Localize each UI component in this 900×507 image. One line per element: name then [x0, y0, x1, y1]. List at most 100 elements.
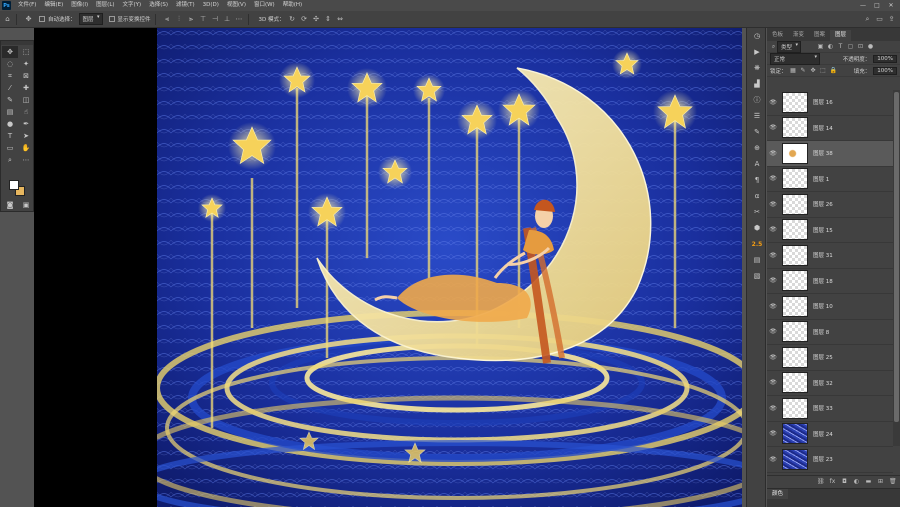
- rectangle-tool-icon[interactable]: ▭: [2, 142, 18, 154]
- visibility-eye-icon[interactable]: 👁: [767, 226, 779, 233]
- lock-position-icon[interactable]: ✥: [810, 67, 817, 74]
- layer-row[interactable]: 👁 图层 14: [767, 116, 893, 141]
- glyphs-icon[interactable]: ⍺: [747, 188, 767, 204]
- frame-tool-icon[interactable]: ⊠: [18, 70, 34, 82]
- visibility-eye-icon[interactable]: 👁: [767, 405, 779, 412]
- adjustments-icon[interactable]: ❋: [747, 60, 767, 76]
- tab-color[interactable]: 颜色: [767, 489, 789, 499]
- fill-input[interactable]: 100%: [873, 66, 897, 75]
- brush-tool-icon[interactable]: ✎: [2, 94, 18, 106]
- layer-row[interactable]: 👁 图层 24: [767, 422, 893, 447]
- roll-3d-icon[interactable]: ⟳: [300, 15, 309, 24]
- visibility-eye-icon[interactable]: 👁: [767, 99, 779, 106]
- visibility-eye-icon[interactable]: 👁: [767, 201, 779, 208]
- lasso-tool-icon[interactable]: ◌: [2, 58, 18, 70]
- tab-patterns[interactable]: 图案: [809, 30, 830, 41]
- healing-brush-tool-icon[interactable]: ✚: [18, 82, 34, 94]
- filter-shape-icon[interactable]: ▢: [847, 43, 854, 50]
- gradient-tool-icon[interactable]: ▤: [2, 106, 18, 118]
- layer-row[interactable]: 👁 图层 31: [767, 243, 893, 269]
- lock-all-icon[interactable]: 🔒: [830, 67, 837, 74]
- character-icon[interactable]: A: [747, 156, 767, 172]
- zoom-tool-icon[interactable]: ⌕: [2, 154, 18, 166]
- home-icon[interactable]: ⌂: [3, 15, 12, 24]
- filter-pixel-icon[interactable]: ▣: [817, 43, 824, 50]
- adjustment-layer-icon[interactable]: ◐: [853, 478, 860, 485]
- align-middle-icon[interactable]: ⊣: [211, 15, 220, 24]
- tab-gradients[interactable]: 渐变: [788, 30, 809, 41]
- menu-item[interactable]: 选择(S): [145, 0, 172, 11]
- blend-mode-dropdown[interactable]: 正常: [770, 52, 820, 65]
- layer-row[interactable]: 👁 图层 15: [767, 218, 893, 243]
- visibility-eye-icon[interactable]: 👁: [767, 150, 779, 157]
- align-top-icon[interactable]: ⊤: [199, 15, 208, 24]
- timeline-icon[interactable]: ▤: [747, 252, 767, 268]
- new-layer-icon[interactable]: ⊞: [877, 478, 884, 485]
- tab-swatches[interactable]: 色板: [767, 30, 788, 41]
- menu-item[interactable]: 滤镜(T): [172, 0, 199, 11]
- visibility-eye-icon[interactable]: 👁: [767, 430, 779, 437]
- minimize-button[interactable]: —: [856, 0, 870, 11]
- menu-item[interactable]: 文件(F): [14, 0, 40, 11]
- properties-icon[interactable]: ☰: [747, 108, 767, 124]
- menu-item[interactable]: 视图(V): [223, 0, 250, 11]
- filter-adjustment-icon[interactable]: ◐: [827, 43, 834, 50]
- lock-image-icon[interactable]: ✎: [800, 67, 807, 74]
- layer-row[interactable]: 👁 图层 16: [767, 90, 893, 116]
- measurement-icon[interactable]: 2.5: [747, 236, 767, 252]
- layer-row[interactable]: 👁 图层 32: [767, 371, 893, 396]
- menu-item[interactable]: 编辑(E): [40, 0, 67, 11]
- marquee-tool-icon[interactable]: ⬚: [18, 46, 34, 58]
- layer-row[interactable]: 👁 图层 8: [767, 320, 893, 345]
- align-left-icon[interactable]: ⫷: [163, 15, 172, 24]
- show-transform-checkbox[interactable]: [108, 16, 115, 22]
- filter-type-icon[interactable]: T: [837, 43, 844, 50]
- visibility-eye-icon[interactable]: 👁: [767, 328, 779, 335]
- align-center-icon[interactable]: ⫶: [175, 15, 184, 24]
- menu-item[interactable]: 图层(L): [92, 0, 118, 11]
- close-button[interactable]: ✕: [884, 0, 898, 11]
- orbit-3d-icon[interactable]: ↻: [288, 15, 297, 24]
- visibility-eye-icon[interactable]: 👁: [767, 252, 779, 259]
- more-tools-icon[interactable]: ⋯: [18, 154, 34, 166]
- menu-item[interactable]: 图像(I): [67, 0, 92, 11]
- menu-item[interactable]: 帮助(H): [279, 0, 306, 11]
- pen-tool-icon[interactable]: ✒: [18, 118, 34, 130]
- filter-smart-object-icon[interactable]: ⊡: [857, 43, 864, 50]
- menu-item[interactable]: 窗口(W): [250, 0, 279, 11]
- history-icon[interactable]: ◷: [747, 28, 767, 44]
- layer-row[interactable]: 👁 图层 18: [767, 269, 893, 294]
- auto-select-option[interactable]: 自动选择： 图层: [39, 13, 103, 25]
- artwork-canvas[interactable]: [157, 28, 742, 507]
- move-tool-icon[interactable]: ✥: [2, 46, 18, 58]
- layers-scrollbar[interactable]: [893, 90, 900, 446]
- lock-artboard-icon[interactable]: ⬚: [820, 67, 827, 74]
- layer-row[interactable]: 👁 图层 38: [767, 141, 893, 167]
- delete-layer-icon[interactable]: 🗑: [889, 478, 897, 485]
- visibility-eye-icon[interactable]: 👁: [767, 303, 779, 310]
- search-icon[interactable]: ⌕: [863, 15, 872, 24]
- hand-tool-icon[interactable]: ✋: [18, 142, 34, 154]
- smudge-tool-icon[interactable]: ☝: [18, 106, 34, 118]
- path-selection-tool-icon[interactable]: ➤: [18, 130, 34, 142]
- scale-3d-icon[interactable]: ⇔: [336, 15, 345, 24]
- layer-filter-dropdown[interactable]: 类型: [777, 40, 802, 53]
- visibility-eye-icon[interactable]: 👁: [767, 354, 779, 361]
- menu-item[interactable]: 3D(D): [199, 0, 223, 11]
- 3d-icon[interactable]: ⬢: [747, 220, 767, 236]
- filter-toggle-icon[interactable]: ●: [867, 43, 874, 50]
- info-icon[interactable]: ⓘ: [747, 92, 767, 108]
- brush-settings-icon[interactable]: ✎: [747, 124, 767, 140]
- share-icon[interactable]: ⇪: [887, 15, 896, 24]
- auto-select-dropdown[interactable]: 图层: [78, 13, 103, 25]
- visibility-eye-icon[interactable]: 👁: [767, 456, 779, 463]
- eyedropper-tool-icon[interactable]: ⁄: [2, 82, 18, 94]
- maximize-button[interactable]: □: [870, 0, 884, 11]
- dodge-tool-icon[interactable]: ●: [2, 118, 18, 130]
- layer-row[interactable]: 👁 图层 1: [767, 167, 893, 192]
- layer-row[interactable]: 👁 图层 26: [767, 192, 893, 218]
- workspace-icon[interactable]: ▭: [875, 15, 884, 24]
- quick-mask-icon[interactable]: ◙: [5, 201, 15, 209]
- eraser-tool-icon[interactable]: ◫: [18, 94, 34, 106]
- layer-row[interactable]: 👁 图层 25: [767, 345, 893, 371]
